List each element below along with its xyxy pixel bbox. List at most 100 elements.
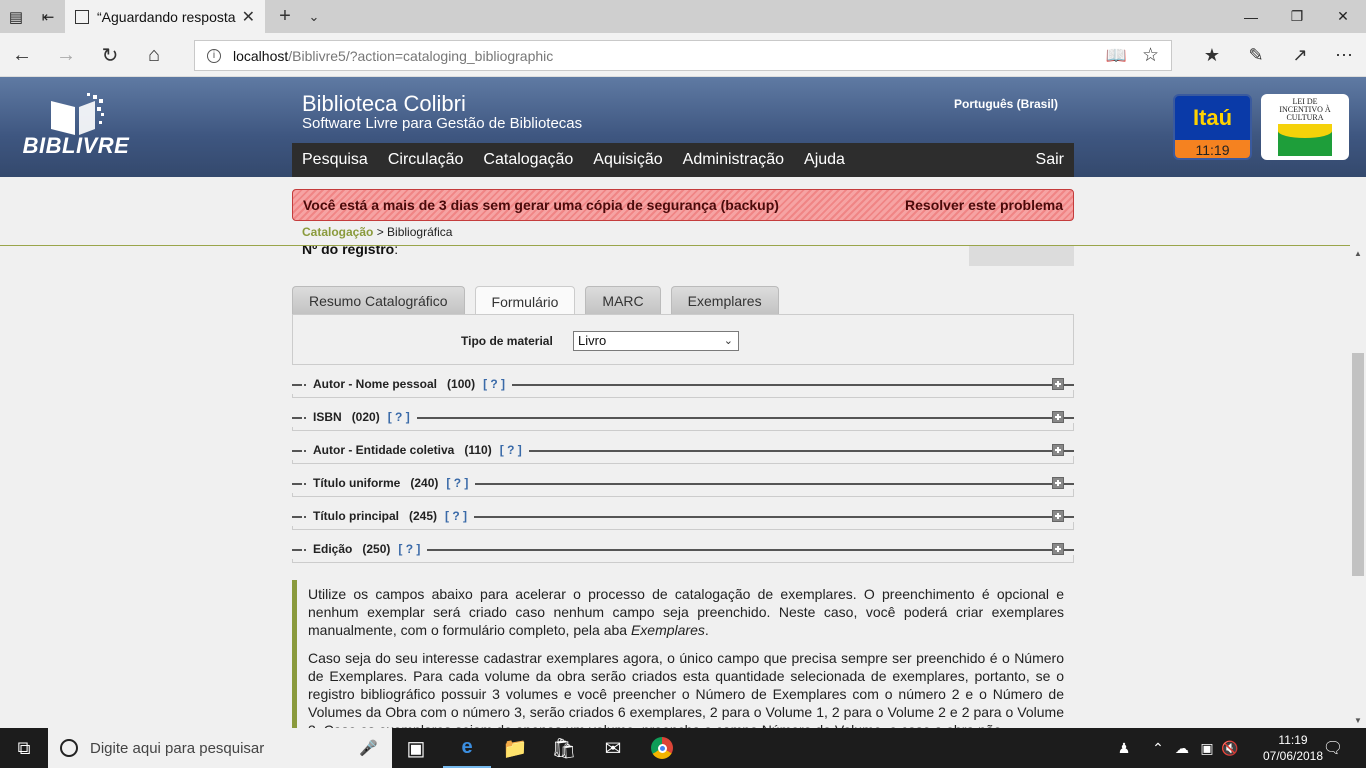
reading-view-icon[interactable]: 📖: [1106, 46, 1127, 66]
chrome-icon[interactable]: [638, 728, 686, 768]
home-icon[interactable]: ⌂: [132, 33, 176, 77]
close-window-icon[interactable]: ✕: [1320, 0, 1366, 33]
language-selector[interactable]: Português (Brasil): [954, 97, 1058, 111]
scroll-thumb[interactable]: [1352, 353, 1364, 576]
new-tab-icon[interactable]: +: [272, 0, 298, 33]
task-view-icon[interactable]: ▣: [392, 728, 440, 768]
flag-icon: [1278, 124, 1332, 156]
help-link[interactable]: [ ? ]: [388, 410, 410, 424]
favorites-hub-icon[interactable]: ★: [1190, 33, 1234, 77]
collapse-icon[interactable]: [292, 475, 304, 493]
chevron-down-icon: ⌄: [723, 335, 733, 347]
field-label[interactable]: Autor - Nome pessoal (100)[ ? ]: [306, 377, 513, 391]
browser-tab-bar: ▤ ⇤ “Aguardando resposta d ✕ + ⌄ — ❐ ✕: [0, 0, 1366, 33]
taskbar-search[interactable]: Digite aqui para pesquisar 🎤: [48, 728, 392, 768]
material-type-select[interactable]: Livro ⌄: [573, 331, 739, 351]
address-bar[interactable]: i localhost/Biblivre5/?action=cataloging…: [194, 40, 1172, 71]
collapse-icon[interactable]: [292, 442, 304, 460]
site-subtitle: Software Livre para Gestão de Biblioteca…: [302, 115, 583, 132]
network-icon[interactable]: ▣: [1196, 728, 1218, 768]
itau-sponsor-logo[interactable]: Itaú 11:19: [1173, 94, 1252, 160]
field-label[interactable]: Autor - Entidade coletiva (110)[ ? ]: [306, 443, 529, 457]
header-divider: [0, 245, 1350, 246]
material-type-label: Tipo de material: [461, 334, 553, 348]
tab-resumo-catalografico[interactable]: Resumo Catalográfico: [292, 286, 465, 315]
taskbar-search-placeholder: Digite aqui para pesquisar: [90, 739, 265, 757]
windows-taskbar: ⧉ Digite aqui para pesquisar 🎤 ▣ e 📁 🛍 ✉…: [0, 728, 1366, 768]
minimize-icon[interactable]: —: [1228, 0, 1274, 33]
menu-item-catalogacao[interactable]: Catalogação: [473, 143, 584, 182]
field-row-020: ISBN (020)[ ? ]: [292, 409, 1074, 431]
collapse-icon[interactable]: [292, 508, 304, 526]
menu-item-pesquisa[interactable]: Pesquisa: [302, 143, 368, 177]
notifications-icon[interactable]: 🗨: [1318, 728, 1348, 768]
forward-icon[interactable]: →: [44, 33, 88, 77]
field-label[interactable]: Título principal (245)[ ? ]: [306, 509, 475, 523]
sponsor-clock: 11:19: [1175, 140, 1250, 158]
share-icon[interactable]: ↗: [1278, 33, 1322, 77]
info-paragraph-1: Utilize os campos abaixo para acelerar o…: [308, 586, 1064, 638]
tab-manager-icon[interactable]: ▤: [0, 0, 32, 33]
menu-item-circulacao[interactable]: Circulação: [388, 143, 464, 177]
help-link[interactable]: [ ? ]: [483, 377, 505, 391]
info-icon[interactable]: i: [207, 48, 221, 63]
favorite-star-icon[interactable]: ☆: [1142, 44, 1159, 67]
expand-plus-icon[interactable]: [1052, 411, 1064, 423]
windows-start-icon[interactable]: ⧉: [0, 728, 48, 768]
scroll-up-icon[interactable]: ▲: [1350, 245, 1366, 261]
mail-icon[interactable]: ✉: [589, 728, 637, 768]
scroll-down-icon[interactable]: ▼: [1350, 712, 1366, 728]
more-icon[interactable]: ⋯: [1322, 33, 1366, 77]
lei-incentivo-logo[interactable]: LEI DE INCENTIVO À CULTURA: [1261, 94, 1349, 160]
biblivre-logo[interactable]: BIBLIVRE: [17, 93, 135, 163]
chevron-up-icon[interactable]: ⌃: [1148, 728, 1168, 768]
expand-plus-icon[interactable]: [1052, 477, 1064, 489]
breadcrumb-link[interactable]: Catalogação: [302, 225, 373, 239]
field-label[interactable]: Edição (250)[ ? ]: [306, 542, 428, 556]
refresh-icon[interactable]: ↻: [88, 33, 132, 77]
help-link[interactable]: [ ? ]: [445, 509, 467, 523]
expand-plus-icon[interactable]: [1052, 378, 1064, 390]
back-icon[interactable]: ←: [0, 33, 44, 77]
help-link[interactable]: [ ? ]: [398, 542, 420, 556]
menu-item-aquisicao[interactable]: Aquisição: [593, 143, 662, 177]
menu-item-administracao[interactable]: Administração: [683, 143, 784, 177]
url-path: /Biblivre5/?action=cataloging_bibliograp…: [288, 47, 554, 64]
field-row-245: Título principal (245)[ ? ]: [292, 508, 1074, 530]
microphone-icon[interactable]: 🎤: [359, 739, 378, 757]
close-tab-icon[interactable]: ✕: [242, 7, 255, 27]
set-tabs-aside-icon[interactable]: ⇤: [32, 0, 64, 33]
collapse-icon[interactable]: [292, 409, 304, 427]
browser-tab-active[interactable]: “Aguardando resposta d ✕: [65, 0, 265, 33]
page-icon: [75, 9, 89, 24]
collapse-icon[interactable]: [292, 376, 304, 394]
main-menu: Pesquisa Circulação Catalogação Aquisiçã…: [292, 143, 1074, 182]
pen-notes-icon[interactable]: ✎: [1234, 33, 1278, 77]
resolve-problem-link[interactable]: Resolver este problema: [905, 197, 1063, 213]
onedrive-icon[interactable]: ☁: [1170, 728, 1194, 768]
tab-formulario[interactable]: Formulário: [474, 286, 576, 316]
breadcrumb-current: Bibliográfica: [387, 225, 453, 239]
collapse-icon[interactable]: [292, 541, 304, 559]
page-scrollbar[interactable]: ▲ ▼: [1350, 245, 1366, 728]
help-link[interactable]: [ ? ]: [446, 476, 468, 490]
tab-exemplares[interactable]: Exemplares: [670, 286, 779, 315]
people-icon[interactable]: ♟: [1112, 728, 1136, 768]
field-label[interactable]: Título uniforme (240)[ ? ]: [306, 476, 476, 490]
restore-icon[interactable]: ❐: [1274, 0, 1320, 33]
expand-plus-icon[interactable]: [1052, 543, 1064, 555]
file-explorer-icon[interactable]: 📁: [491, 728, 539, 768]
expand-plus-icon[interactable]: [1052, 444, 1064, 456]
expand-plus-icon[interactable]: [1052, 510, 1064, 522]
logout-link[interactable]: Sair: [1036, 151, 1064, 169]
tab-marc[interactable]: MARC: [585, 286, 661, 315]
volume-muted-icon[interactable]: 🔇: [1219, 728, 1241, 768]
book-logo-icon: [51, 93, 104, 135]
menu-item-ajuda[interactable]: Ajuda: [804, 143, 845, 177]
edge-browser-icon[interactable]: e: [443, 728, 491, 768]
field-label[interactable]: ISBN (020)[ ? ]: [306, 410, 417, 424]
store-icon[interactable]: 🛍: [540, 728, 588, 768]
chevron-down-icon[interactable]: ⌄: [303, 0, 325, 33]
site-title: Biblioteca Colibri: [302, 91, 466, 116]
help-link[interactable]: [ ? ]: [500, 443, 522, 457]
